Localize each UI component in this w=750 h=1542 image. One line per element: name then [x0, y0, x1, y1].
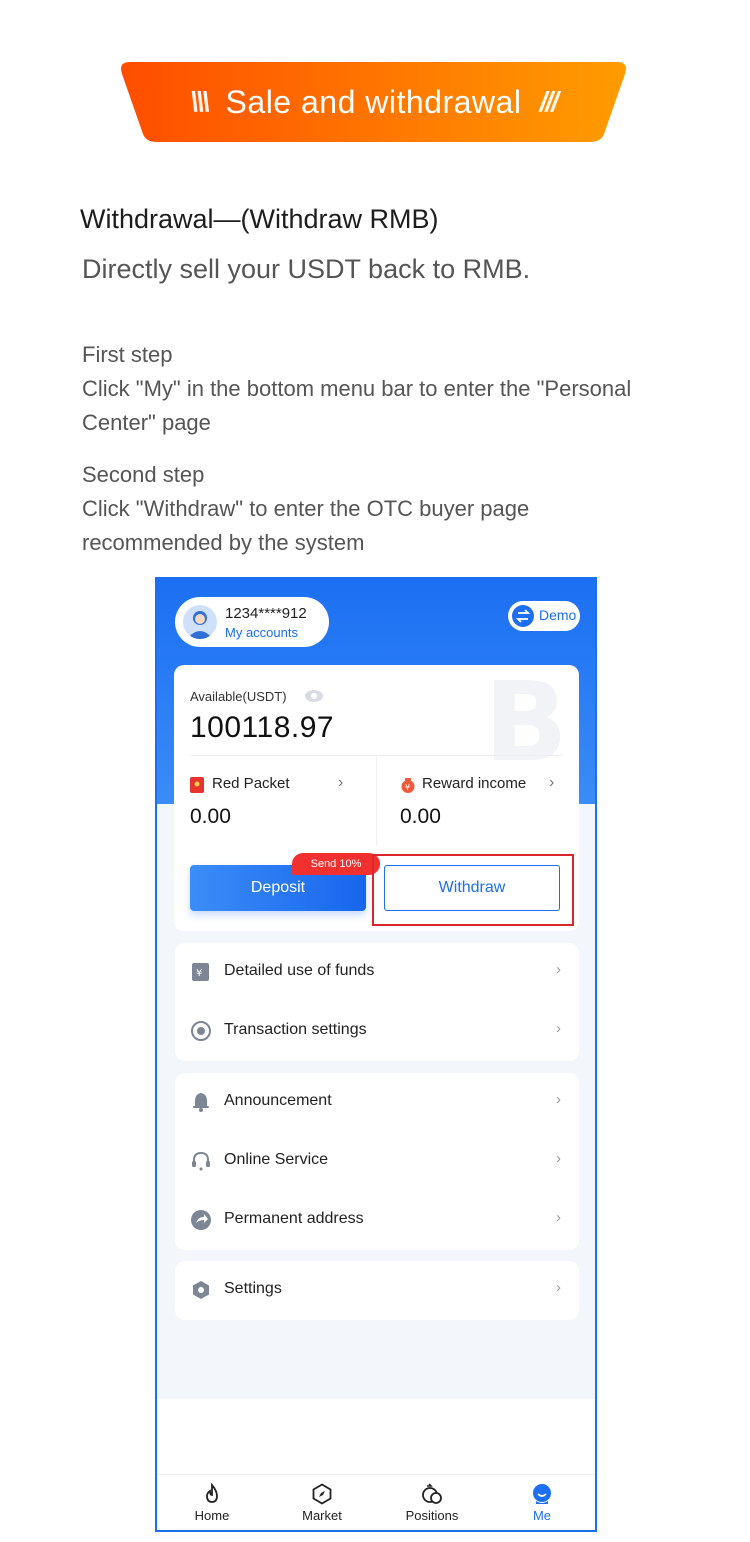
- menu-item-transaction-settings[interactable]: Transaction settings ›: [175, 1002, 579, 1061]
- tab-label: Positions: [405, 1508, 459, 1523]
- tab-positions[interactable]: Positions: [377, 1475, 487, 1530]
- banner-title: Sale and withdrawal: [225, 83, 522, 120]
- banner-slashes-right-icon: ///: [539, 86, 558, 117]
- phone-screenshot: 1234****912 My accounts Demo B Available…: [155, 577, 597, 1532]
- available-label: Available(USDT): [190, 689, 287, 704]
- menu-item-funds[interactable]: ¥ Detailed use of funds ›: [175, 943, 579, 1002]
- reward-income-label[interactable]: Reward income: [422, 775, 526, 792]
- account-number: 1234****912: [225, 605, 307, 622]
- avatar: [183, 605, 217, 639]
- menu-item-online-service[interactable]: Online Service ›: [175, 1132, 579, 1191]
- menu-label: Settings: [224, 1280, 282, 1297]
- flame-icon: [206, 1483, 218, 1503]
- menu-label: Detailed use of funds: [224, 962, 375, 979]
- step-text: Click "Withdraw" to enter the OTC buyer …: [82, 496, 530, 555]
- menu-group-settings: Settings ›: [175, 1261, 579, 1320]
- banner: \\\ Sale and withdrawal ///: [120, 62, 627, 142]
- headset-icon: [192, 1151, 210, 1171]
- svg-text:¥: ¥: [405, 783, 410, 792]
- bitcoin-watermark-icon: B: [484, 665, 568, 775]
- share-arrow-icon: [191, 1210, 211, 1230]
- menu-item-settings[interactable]: Settings ›: [175, 1261, 579, 1320]
- red-packet-value: 0.00: [190, 805, 231, 828]
- tab-label: Home: [194, 1508, 230, 1523]
- chevron-right-icon: ›: [556, 1091, 561, 1108]
- menu-group-info: Announcement › Online Service › Permanen…: [175, 1073, 579, 1250]
- coins-icon: [422, 1483, 442, 1504]
- menu-item-permanent-address[interactable]: Permanent address ›: [175, 1191, 579, 1250]
- reward-income-value: 0.00: [400, 805, 441, 828]
- menu-label: Transaction settings: [224, 1021, 367, 1038]
- demo-label: Demo: [539, 607, 577, 623]
- red-packet-label[interactable]: Red Packet: [212, 775, 290, 792]
- tab-market[interactable]: Market: [267, 1475, 377, 1530]
- money-bag-icon: ¥: [401, 778, 415, 793]
- withdraw-highlight: [372, 854, 574, 926]
- yuan-receipt-icon: ¥: [192, 963, 209, 981]
- menu-group-funds: ¥ Detailed use of funds › Transaction se…: [175, 943, 579, 1061]
- gear-circle-icon: [191, 1021, 211, 1041]
- banner-slashes-left-icon: \\\: [190, 86, 209, 117]
- tab-label: Market: [302, 1508, 342, 1523]
- section-heading: Withdrawal—(Withdraw RMB): [80, 204, 439, 234]
- menu-label: Announcement: [224, 1092, 332, 1109]
- hexagon-settings-icon: [193, 1281, 209, 1299]
- my-accounts-link[interactable]: My accounts: [225, 625, 298, 640]
- step-text: Click "My" in the bottom menu bar to ent…: [82, 376, 632, 435]
- user-face-icon: [533, 1484, 551, 1504]
- menu-label: Online Service: [224, 1151, 329, 1168]
- chevron-right-icon: ›: [549, 774, 555, 791]
- menu-item-announcement[interactable]: Announcement ›: [175, 1073, 579, 1132]
- account-pill[interactable]: 1234****912 My accounts: [175, 597, 329, 647]
- section-subheading: Directly sell your USDT back to RMB.: [82, 254, 531, 284]
- tab-home[interactable]: Home: [157, 1475, 267, 1530]
- chevron-right-icon: ›: [556, 961, 561, 978]
- red-packet-icon: [190, 777, 204, 793]
- tab-label: Me: [532, 1508, 552, 1523]
- step-second: Second step Click "Withdraw" to enter th…: [82, 458, 642, 560]
- step-first: First step Click "My" in the bottom menu…: [82, 338, 642, 440]
- step-title: Second step: [82, 462, 205, 487]
- send-badge: Send 10%: [292, 853, 380, 875]
- bell-icon: [193, 1093, 209, 1112]
- chevron-right-icon: ›: [338, 774, 344, 791]
- tab-me[interactable]: Me: [487, 1475, 595, 1530]
- demo-toggle[interactable]: Demo: [508, 601, 580, 631]
- chevron-right-icon: ›: [556, 1279, 561, 1296]
- compass-icon: [312, 1483, 332, 1505]
- bottom-tab-bar: Home Market Positions Me: [157, 1474, 595, 1530]
- eye-icon[interactable]: [304, 689, 324, 703]
- menu-label: Permanent address: [224, 1210, 364, 1227]
- swap-icon: [512, 605, 534, 627]
- available-balance: 100118.97: [190, 711, 335, 744]
- svg-text:B: B: [484, 665, 568, 775]
- chevron-right-icon: ›: [556, 1020, 561, 1037]
- svg-text:¥: ¥: [196, 968, 202, 979]
- chevron-right-icon: ›: [556, 1209, 561, 1226]
- chevron-right-icon: ›: [556, 1150, 561, 1167]
- step-title: First step: [82, 342, 173, 367]
